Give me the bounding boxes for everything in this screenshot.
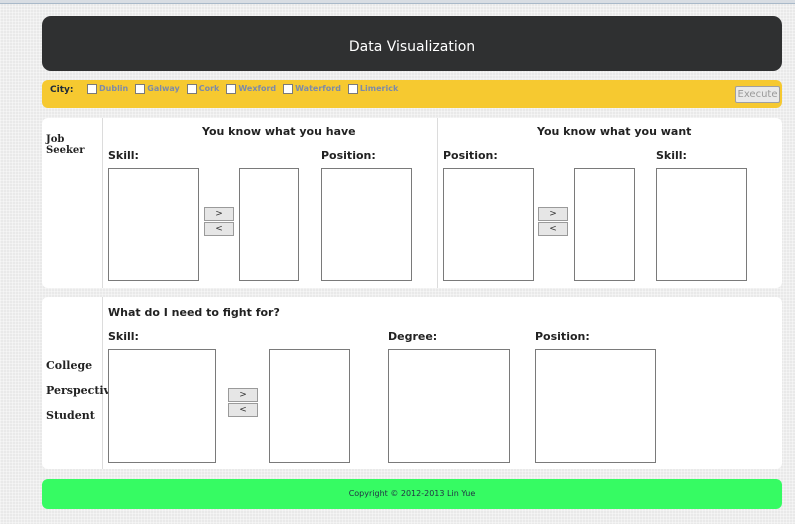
have-skill-source-list[interactable]: [108, 168, 199, 281]
wexford-checkbox[interactable]: [226, 83, 237, 94]
want-section-title: You know what you want: [537, 125, 692, 138]
college-position-list[interactable]: [535, 349, 656, 463]
college-degree-list[interactable]: [388, 349, 510, 463]
college-label: College: [46, 359, 93, 372]
job-seeker-panel: Job Seeker You know what you have Skill:…: [42, 118, 782, 288]
want-skill-list[interactable]: [656, 168, 747, 281]
limerick-checkbox[interactable]: [347, 83, 358, 94]
want-add-button[interactable]: >: [538, 207, 568, 221]
job-label: Job: [46, 134, 65, 145]
cork-checkbox[interactable]: [186, 83, 197, 94]
college-skill-source-list[interactable]: [108, 349, 216, 463]
have-remove-button[interactable]: <: [204, 222, 234, 236]
college-section-title: What do I need to fight for?: [108, 306, 280, 319]
want-skill-label: Skill:: [656, 149, 687, 162]
city-option-galway[interactable]: Galway: [135, 80, 180, 96]
seeker-label: Seeker: [46, 145, 85, 156]
dublin-checkbox[interactable]: [87, 83, 97, 94]
college-degree-label: Degree:: [388, 330, 438, 343]
city-options: Dublin Galway Cork Wexford Waterford Lim…: [87, 80, 398, 108]
have-skill-selected-list[interactable]: [239, 168, 299, 281]
waterford-checkbox[interactable]: [283, 83, 294, 94]
city-name: Waterford: [295, 83, 341, 93]
city-option-wexford[interactable]: Wexford: [226, 80, 276, 96]
city-label: City:: [50, 85, 74, 95]
city-option-limerick[interactable]: Limerick: [347, 80, 399, 96]
job-seeker-label: Job Seeker: [46, 134, 85, 156]
student-label: Student: [46, 409, 95, 422]
city-name: Dublin: [99, 83, 129, 93]
page-footer: Copyright © 2012-2013 Lin Yue: [42, 479, 782, 509]
perspective-label: Perspective: [46, 384, 118, 397]
have-position-list[interactable]: [321, 168, 412, 281]
have-add-button[interactable]: >: [204, 207, 234, 221]
city-name: Galway: [147, 83, 180, 93]
city-option-dublin[interactable]: Dublin: [87, 80, 128, 96]
college-skill-label: Skill:: [108, 330, 139, 343]
want-position-source-list[interactable]: [443, 168, 534, 281]
city-filter-bar: City: Dublin Galway Cork Wexford Waterfo…: [42, 80, 782, 108]
want-position-label: Position:: [443, 149, 498, 162]
panel-divider: [437, 118, 438, 288]
panel-divider: [102, 118, 103, 288]
have-position-label: Position:: [321, 149, 376, 162]
top-border: [0, 0, 795, 4]
have-skill-label: Skill:: [108, 149, 139, 162]
city-option-waterford[interactable]: Waterford: [283, 80, 341, 96]
page-header: Data Visualization: [42, 16, 782, 71]
want-position-selected-list[interactable]: [574, 168, 635, 281]
college-panel: College Perspective Student What do I ne…: [42, 297, 782, 469]
galway-checkbox[interactable]: [135, 83, 146, 94]
college-add-button[interactable]: >: [228, 388, 258, 402]
city-name: Limerick: [359, 83, 399, 93]
city-name: Cork: [198, 83, 220, 93]
college-position-label: Position:: [535, 330, 590, 343]
execute-button[interactable]: Execute: [735, 86, 780, 103]
panel-divider: [102, 297, 103, 469]
college-skill-selected-list[interactable]: [269, 349, 350, 463]
college-remove-button[interactable]: <: [228, 403, 258, 417]
want-remove-button[interactable]: <: [538, 222, 568, 236]
copyright-text: Copyright © 2012-2013 Lin Yue: [348, 489, 476, 498]
city-name: Wexford: [238, 83, 277, 93]
city-option-cork[interactable]: Cork: [186, 80, 220, 96]
page-title: Data Visualization: [348, 39, 476, 55]
have-section-title: You know what you have: [202, 125, 356, 138]
